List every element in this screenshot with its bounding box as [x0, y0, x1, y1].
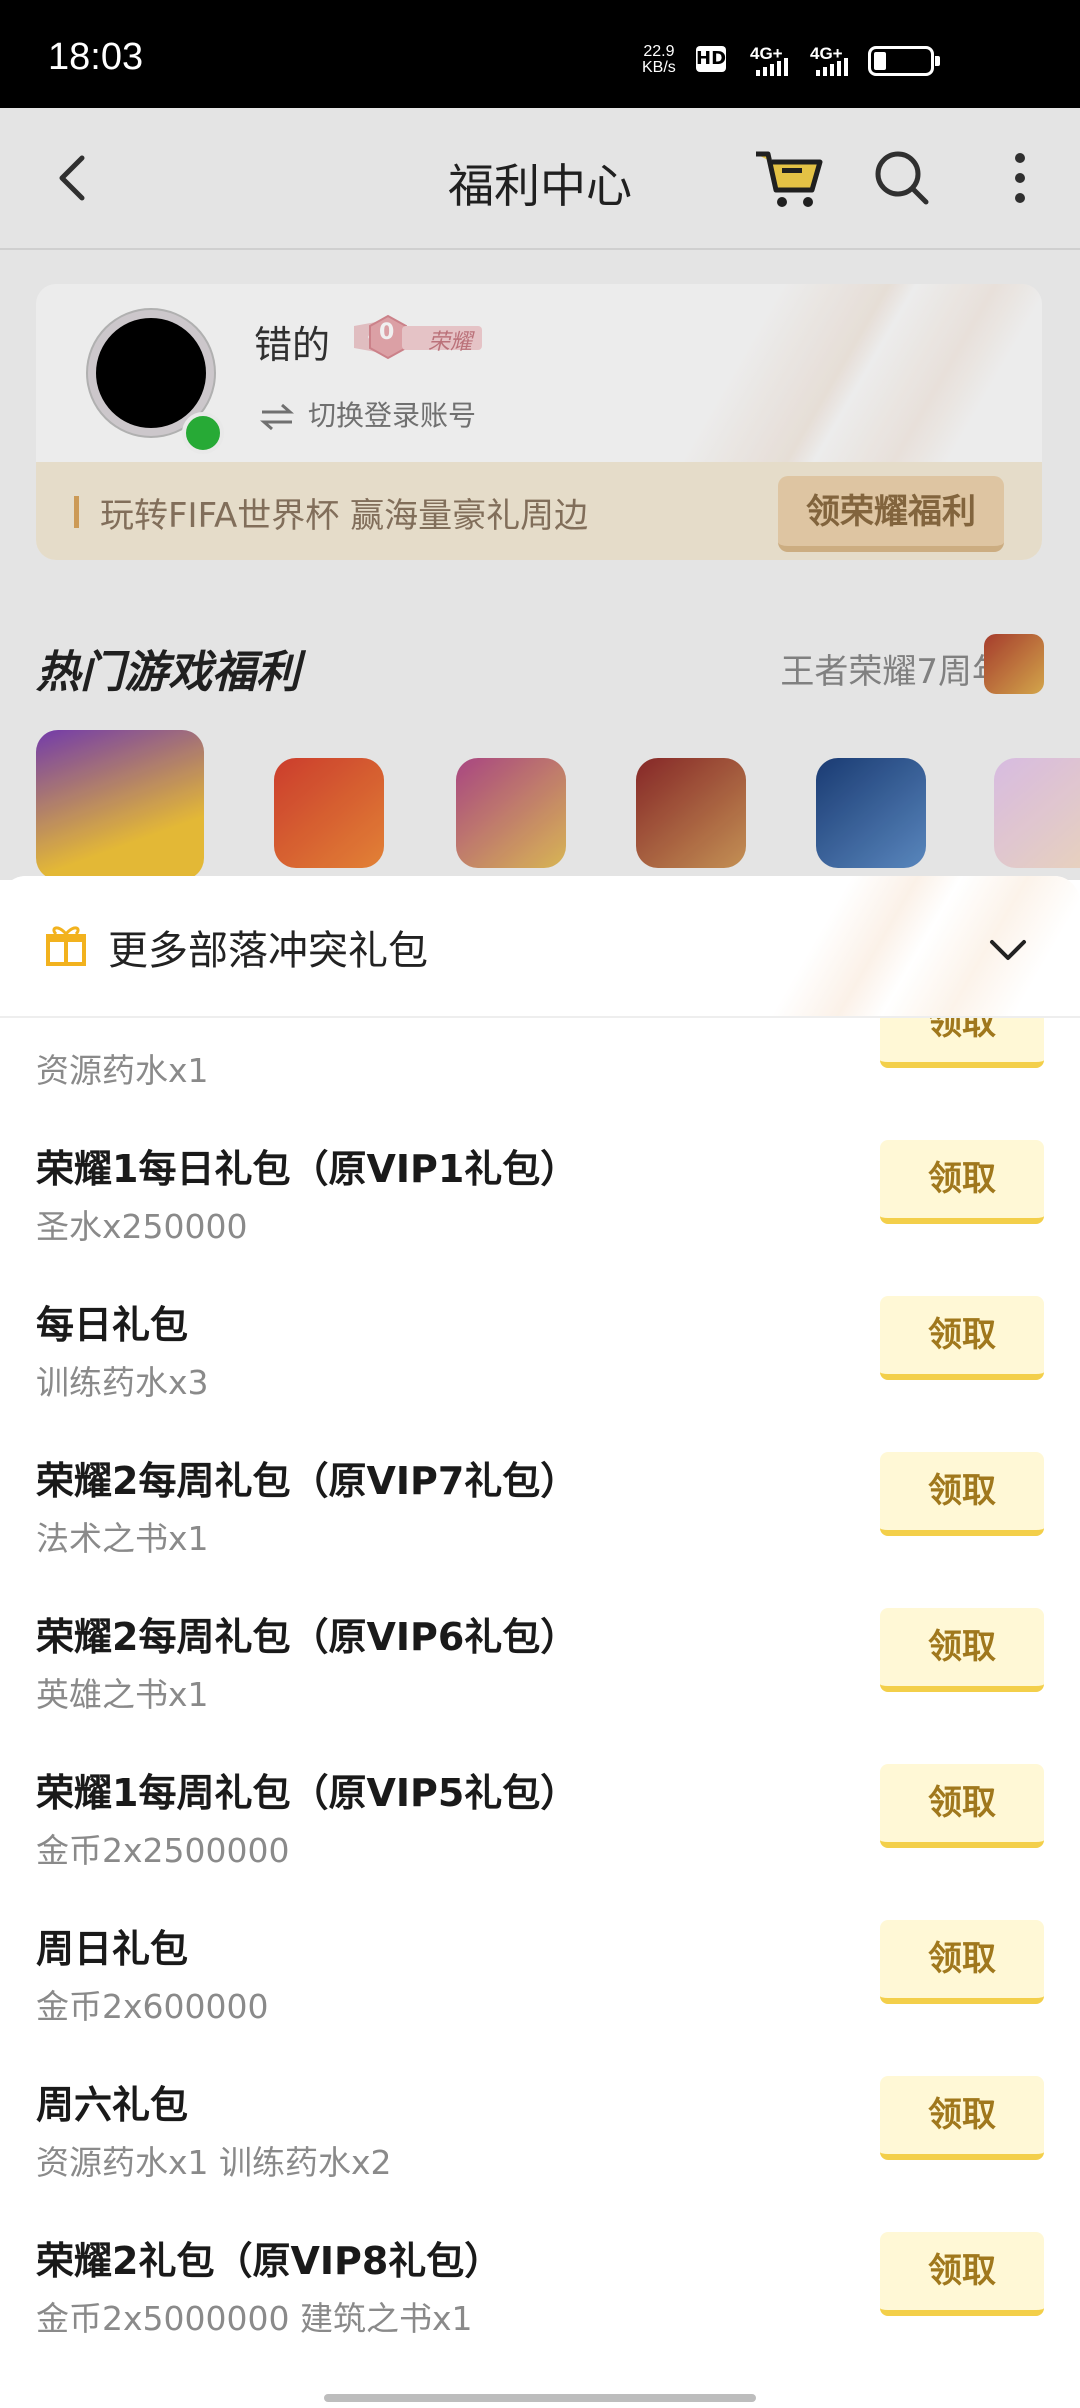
list-item: 荣耀2每周礼包（原VIP7礼包） 法术之书x1 领取: [0, 1422, 1080, 1578]
claim-button[interactable]: 领取: [880, 1920, 1044, 2004]
gift-desc: 法术之书x1: [36, 1519, 209, 1558]
gift-icon: [46, 926, 86, 966]
gift-desc: 资源药水x1: [36, 1051, 209, 1090]
gift-name: 每日礼包: [36, 1303, 189, 1347]
claim-button[interactable]: 领取: [880, 1018, 1044, 1068]
signal-icon: [816, 58, 848, 76]
list-item: 荣耀2每周礼包（原VIP6礼包） 英雄之书x1 领取: [0, 1578, 1080, 1734]
gift-desc: 金币2x5000000 建筑之书x1: [36, 2299, 473, 2338]
gift-name: 荣耀2礼包（原VIP8礼包）: [36, 2239, 503, 2283]
gift-pack-sheet: 更多部落冲突礼包 资源药水x1 领取 荣耀1每日礼包（原VIP1礼包） 圣水x2…: [0, 876, 1080, 2408]
list-item: 资源药水x1 领取: [0, 1018, 1080, 1110]
sheet-header: 更多部落冲突礼包: [0, 876, 1080, 1018]
status-time: 18:03: [48, 36, 144, 78]
gift-name: 荣耀1每日礼包（原VIP1礼包）: [36, 1147, 579, 1191]
claim-button[interactable]: 领取: [880, 1608, 1044, 1692]
chevron-down-icon[interactable]: [984, 926, 1032, 974]
gift-desc: 训练药水x3: [36, 1363, 209, 1402]
gift-desc: 英雄之书x1: [36, 1675, 209, 1714]
claim-button[interactable]: 领取: [880, 2232, 1044, 2316]
gift-desc: 圣水x250000: [36, 1207, 248, 1246]
gift-name: 荣耀1每周礼包（原VIP5礼包）: [36, 1771, 579, 1815]
gift-desc: 资源药水x1 训练药水x2: [36, 2143, 392, 2182]
gift-pack-list: 资源药水x1 领取 荣耀1每日礼包（原VIP1礼包） 圣水x250000 领取 …: [0, 1018, 1080, 2408]
status-bar: 18:03 22.9 KB/s HD 4G+ 4G+: [0, 0, 1080, 108]
claim-button[interactable]: 领取: [880, 2076, 1044, 2160]
claim-button[interactable]: 领取: [880, 1140, 1044, 1224]
list-item: 每日礼包 训练药水x3 领取: [0, 1266, 1080, 1422]
gift-name: 荣耀2每周礼包（原VIP6礼包）: [36, 1615, 579, 1659]
gift-name: 周六礼包: [36, 2083, 189, 2127]
sheet-title: 更多部落冲突礼包: [108, 928, 428, 974]
net-speed: 22.9 KB/s: [642, 43, 676, 76]
claim-button[interactable]: 领取: [880, 1764, 1044, 1848]
hd-icon: HD: [696, 46, 726, 72]
list-item: 周六礼包 资源药水x1 训练药水x2 领取: [0, 2046, 1080, 2202]
scrim[interactable]: [0, 108, 1080, 880]
list-item: 周日礼包 金币2x600000 领取: [0, 1890, 1080, 2046]
list-item: 荣耀1每日礼包（原VIP1礼包） 圣水x250000 领取: [0, 1110, 1080, 1266]
list-item: 荣耀1每周礼包（原VIP5礼包） 金币2x2500000 领取: [0, 1734, 1080, 1890]
gift-name: 荣耀2每周礼包（原VIP7礼包）: [36, 1459, 579, 1503]
claim-button[interactable]: 领取: [880, 1452, 1044, 1536]
battery-icon: [868, 46, 940, 76]
home-indicator[interactable]: [324, 2394, 756, 2402]
gift-name: 周日礼包: [36, 1927, 189, 1971]
list-item: 荣耀2礼包（原VIP8礼包） 金币2x5000000 建筑之书x1 领取: [0, 2202, 1080, 2358]
signal-icon: [756, 58, 788, 76]
gift-desc: 金币2x600000: [36, 1987, 269, 2026]
claim-button[interactable]: 领取: [880, 1296, 1044, 1380]
gift-desc: 金币2x2500000: [36, 1831, 290, 1870]
